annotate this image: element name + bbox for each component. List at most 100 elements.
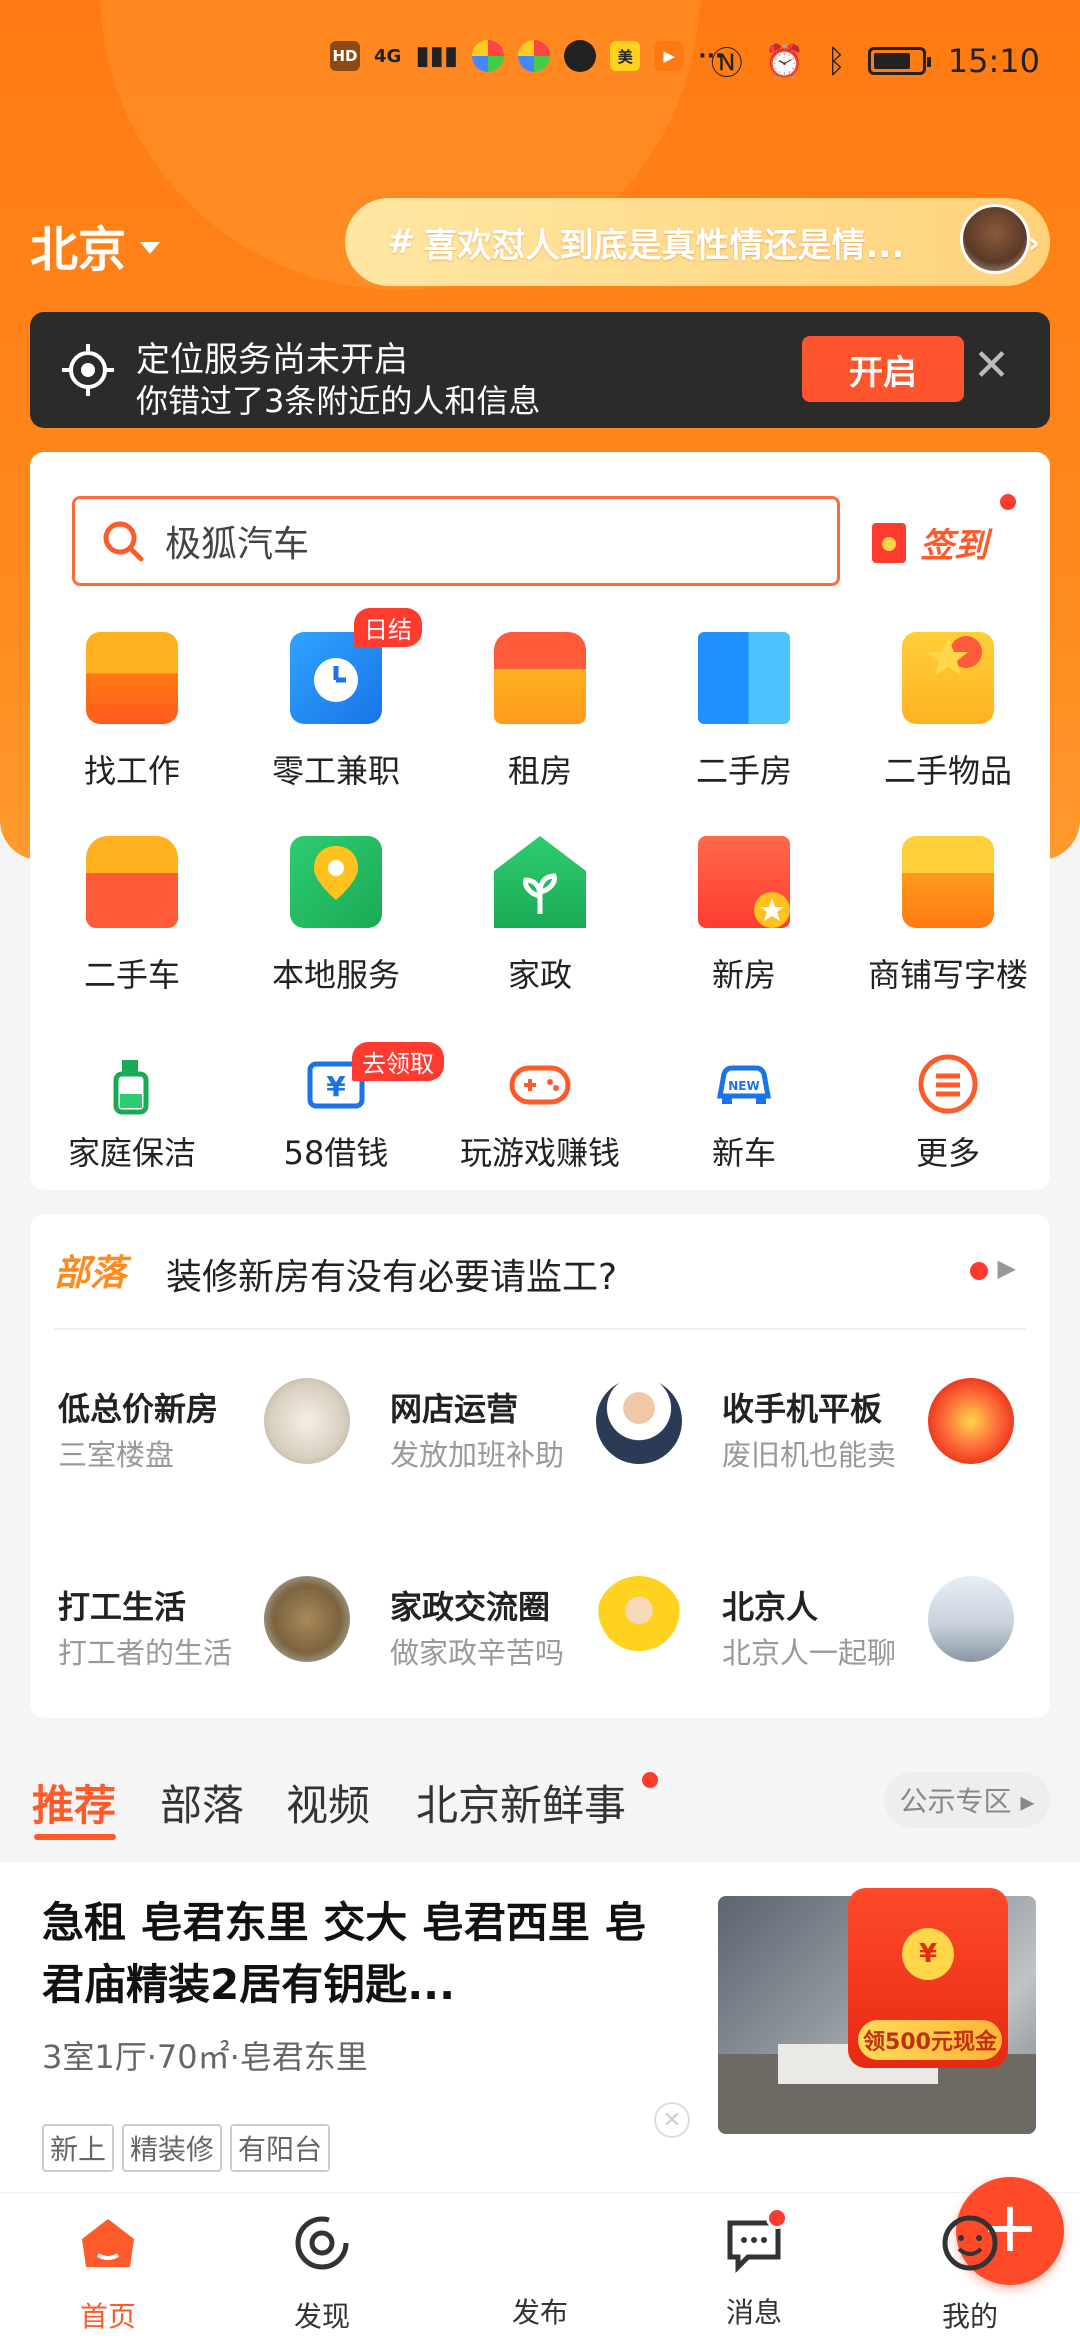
red-packet-promo[interactable]: ¥ 领500元现金 [836, 1888, 1036, 2088]
notification-dot [970, 1262, 988, 1280]
category-label: 更多 [915, 1134, 980, 1172]
red-envelope-icon [872, 522, 906, 563]
briefcase-icon [86, 632, 178, 724]
tribe-item-subtitle: 废旧机也能卖 [722, 1438, 897, 1472]
category-more[interactable]: 更多 [846, 1052, 1050, 1174]
signin-label: 签到 [920, 526, 988, 566]
tribe-item-thumbnail [928, 1378, 1014, 1464]
tribe-question[interactable]: 装修新房有没有必要请监工? [166, 1248, 617, 1300]
sofa-icon [494, 632, 586, 724]
gamepad-icon [508, 1052, 572, 1116]
network-4g-icon: 4G [374, 45, 402, 67]
category-home-cleaning[interactable]: 家庭保洁 [30, 1052, 234, 1174]
divider [54, 1328, 1026, 1330]
tribe-item[interactable]: 收手机平板 废旧机也能卖 [694, 1372, 1026, 1542]
nav-messages[interactable]: 消息 [684, 2207, 824, 2331]
discover-icon [295, 2216, 349, 2270]
tab-beijing-news[interactable]: 北京新鲜事 [416, 1772, 626, 1833]
enable-location-button[interactable]: 开启 [802, 336, 964, 402]
tribe-item-subtitle: 北京人一起聊 [722, 1636, 897, 1670]
app-notification-icon [472, 40, 505, 72]
meituan-icon: 美 [610, 41, 641, 71]
nav-label: 发布 [511, 2296, 568, 2329]
signin-button[interactable]: 签到 [872, 494, 1016, 567]
feed-tabs: 推荐 部落 视频 北京新鲜事 公示专区 ▸ [30, 1764, 1050, 1844]
category-second-hand-goods[interactable]: 二手物品 [846, 632, 1050, 792]
tribe-card: 部落 装修新房有没有必要请监工? ▶ 低总价新房 三室楼盘 网店运营 发放加班补… [30, 1214, 1050, 1718]
tribe-item-thumbnail [264, 1576, 350, 1662]
status-right-icons: Ⓝ ⏰ ᛒ 15:10 [711, 38, 1040, 84]
notification-dot [766, 2207, 788, 2229]
svg-text:¥: ¥ [326, 1070, 346, 1103]
category-local-service[interactable]: 本地服务 [234, 836, 438, 996]
coin-icon: ¥ [902, 1928, 954, 1980]
tribe-item[interactable]: 网店运营 发放加班补助 [362, 1372, 694, 1542]
tribe-item[interactable]: 北京人 北京人一起聊 [694, 1570, 1026, 1740]
status-bar: HD 4G ▮▮▮ 美 ▶ ··· Ⓝ ⏰ ᛒ 15:10 [0, 0, 1080, 120]
tribe-item-thumbnail [596, 1576, 682, 1662]
tribe-item[interactable]: 低总价新房 三室楼盘 [30, 1372, 362, 1542]
tab-video[interactable]: 视频 [286, 1772, 370, 1833]
tribe-item-subtitle: 做家政辛苦吗 [390, 1636, 565, 1670]
tribe-item-title: 北京人 [722, 1588, 819, 1626]
signal-icon: ▮▮▮ [415, 41, 459, 71]
nfc-icon: Ⓝ [710, 44, 743, 82]
category-label: 二手车 [83, 956, 180, 994]
category-label: 本地服务 [271, 956, 400, 994]
search-placeholder: 极狐汽车 [165, 524, 310, 565]
category-label: 二手物品 [883, 752, 1012, 790]
listing-tag: 精装修 [122, 2124, 223, 2172]
box-icon [902, 632, 994, 724]
nav-mine[interactable]: 我的 [900, 2213, 1040, 2335]
hot-topic-text: 喜欢怼人到底是真性情还是情... [423, 225, 905, 266]
nav-label: 消息 [725, 2296, 782, 2329]
new-car-icon: NEW [712, 1052, 776, 1116]
category-rent[interactable]: 租房 [438, 632, 642, 792]
car-icon [86, 836, 178, 928]
city-selector[interactable]: 北京 [30, 210, 161, 280]
notification-dot [1000, 494, 1016, 510]
listing-meta: 3室1厅·70㎡·皂君东里 [42, 2038, 368, 2076]
more-menu-icon [916, 1052, 980, 1116]
category-label: 玩游戏赚钱 [459, 1134, 620, 1172]
category-label: 家政 [507, 956, 572, 994]
category-new-car[interactable]: NEW 新车 [642, 1052, 846, 1174]
category-second-hand-house[interactable]: 二手房 [642, 632, 846, 792]
tab-recommend[interactable]: 推荐 [32, 1772, 116, 1833]
nav-discover[interactable]: 发现 [252, 2213, 392, 2335]
notification-dot [642, 1772, 658, 1788]
tribe-item[interactable]: 打工生活 打工者的生活 [30, 1570, 362, 1740]
nav-label: 我的 [941, 2300, 998, 2333]
category-gig-work[interactable]: 日结 零工兼职 [234, 608, 438, 792]
dismiss-icon[interactable]: ✕ [654, 2102, 690, 2138]
public-zone-button[interactable]: 公示专区 ▸ [884, 1772, 1050, 1828]
category-games[interactable]: 玩游戏赚钱 [438, 1052, 642, 1174]
category-housekeeping[interactable]: 家政 [438, 836, 642, 996]
building-icon [698, 632, 790, 724]
category-new-house[interactable]: 新房 [642, 836, 846, 996]
tab-tribe[interactable]: 部落 [160, 1772, 244, 1833]
chevron-right-icon: › [1027, 226, 1040, 261]
category-commercial[interactable]: 商铺写字楼 [846, 836, 1050, 996]
category-used-car[interactable]: 二手车 [30, 836, 234, 996]
nav-publish[interactable]: + 发布 [470, 2177, 1064, 2331]
search-input[interactable]: 极狐汽车 [72, 496, 840, 586]
tribe-item[interactable]: 家政交流圈 做家政辛苦吗 [362, 1570, 694, 1740]
category-label: 商铺写字楼 [867, 956, 1028, 994]
house-leaf-icon [494, 836, 586, 928]
category-58-loan[interactable]: ¥ 去领取 58借钱 [234, 1042, 444, 1174]
daily-pay-badge: 日结 [354, 608, 422, 647]
shop-icon [902, 836, 994, 928]
category-label: 新车 [711, 1134, 776, 1172]
category-label: 家庭保洁 [67, 1134, 196, 1172]
profile-smile-icon [942, 2215, 998, 2271]
close-icon[interactable]: ✕ [973, 340, 1010, 391]
category-find-job[interactable]: 找工作 [30, 632, 234, 792]
alarm-icon: ⏰ [764, 42, 805, 80]
app-notification-icon [518, 40, 551, 72]
nav-home[interactable]: 首页 [38, 2213, 178, 2335]
message-icon [724, 2207, 788, 2274]
search-icon [103, 521, 144, 562]
chevron-right-icon[interactable]: ▶ [998, 1254, 1016, 1282]
hot-topic-pill[interactable]: # 喜欢怼人到底是真性情还是情... › [345, 198, 1050, 286]
